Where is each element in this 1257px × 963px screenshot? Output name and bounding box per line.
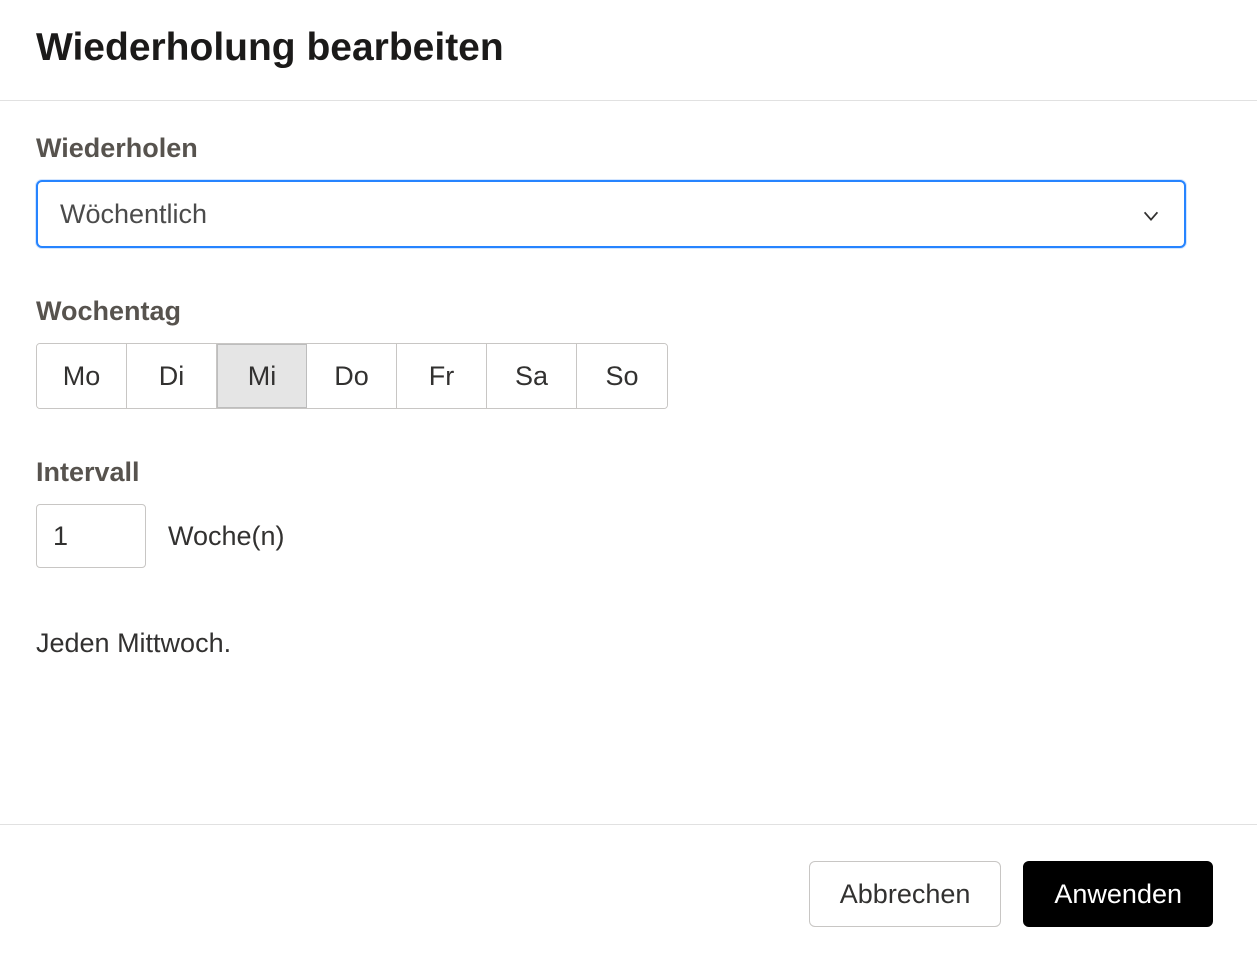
repeat-select-value: Wöchentlich: [60, 199, 207, 230]
weekday-fr[interactable]: Fr: [397, 344, 487, 408]
cancel-button[interactable]: Abbrechen: [809, 861, 1002, 927]
weekday-label: Wochentag: [36, 296, 1221, 327]
weekday-toggle-group: Mo Di Mi Do Fr Sa So: [36, 343, 668, 409]
interval-label: Intervall: [36, 457, 1221, 488]
repeat-label: Wiederholen: [36, 133, 1221, 164]
dialog-body-wrap: Wiederholen Wöchentlich Wochentag Mo Di …: [0, 101, 1257, 824]
dialog-footer: Abbrechen Anwenden: [0, 824, 1257, 963]
spacer: [36, 659, 1221, 779]
weekday-do[interactable]: Do: [307, 344, 397, 408]
apply-button[interactable]: Anwenden: [1023, 861, 1213, 927]
repeat-select[interactable]: Wöchentlich: [36, 180, 1186, 248]
weekday-sa[interactable]: Sa: [487, 344, 577, 408]
weekday-mo[interactable]: Mo: [37, 344, 127, 408]
repeat-field: Wiederholen Wöchentlich: [36, 133, 1221, 248]
interval-unit: Woche(n): [168, 521, 285, 552]
chevron-down-icon: [1140, 203, 1162, 225]
interval-field: Intervall Woche(n): [36, 457, 1221, 568]
recurrence-dialog: Wiederholung bearbeiten Wiederholen Wöch…: [0, 0, 1257, 963]
recurrence-summary: Jeden Mittwoch.: [36, 628, 1221, 659]
weekday-so[interactable]: So: [577, 344, 667, 408]
weekday-field: Wochentag Mo Di Mi Do Fr Sa So: [36, 296, 1221, 409]
weekday-di[interactable]: Di: [127, 344, 217, 408]
dialog-body[interactable]: Wiederholen Wöchentlich Wochentag Mo Di …: [0, 101, 1257, 824]
interval-row: Woche(n): [36, 504, 1221, 568]
dialog-title: Wiederholung bearbeiten: [36, 26, 1221, 70]
interval-input[interactable]: [36, 504, 146, 568]
weekday-mi[interactable]: Mi: [217, 344, 307, 408]
dialog-header: Wiederholung bearbeiten: [0, 0, 1257, 101]
